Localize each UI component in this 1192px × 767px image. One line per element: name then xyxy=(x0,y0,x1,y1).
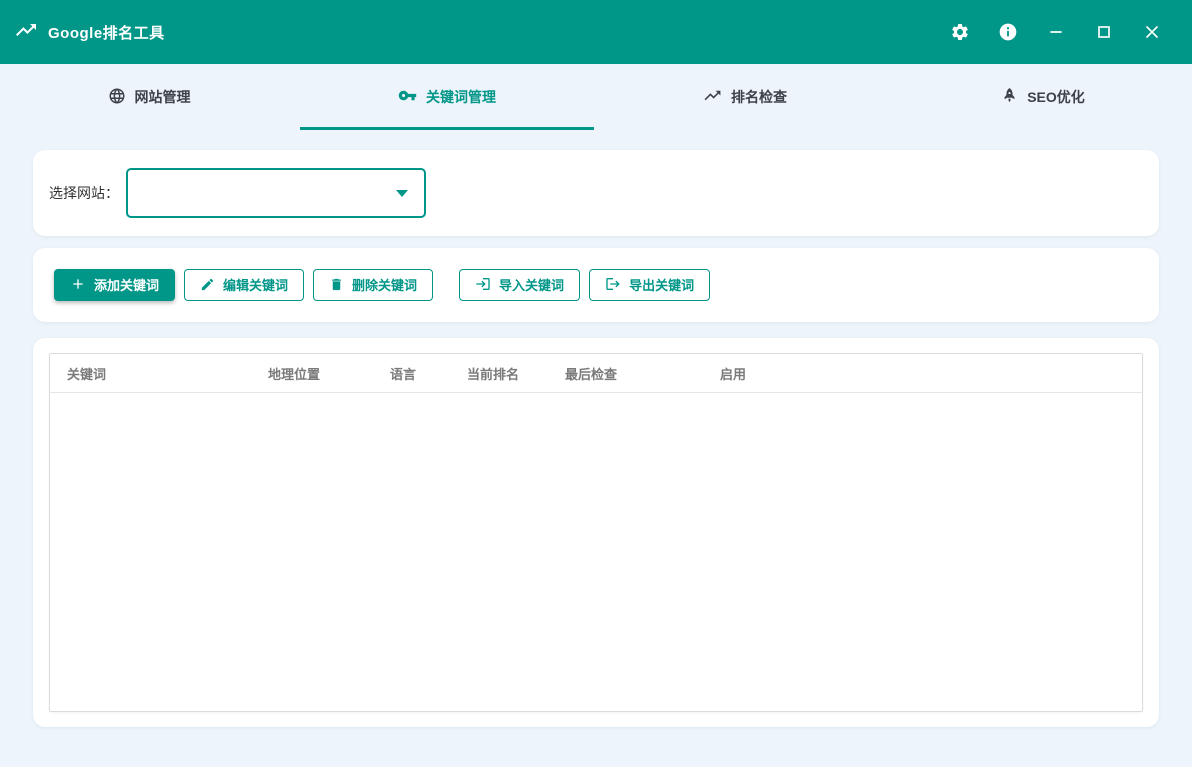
export-icon xyxy=(605,276,621,294)
keyword-toolbar-card: 添加关键词 编辑关键词 删除关键词 导入关键词 导出关键词 xyxy=(33,248,1159,322)
tab-bar: 网站管理 关键词管理 排名检查 SEO优化 xyxy=(0,64,1192,130)
tab-active-indicator xyxy=(300,127,594,130)
table-header-row: 关键词 地理位置 语言 当前排名 最后检查 启用 xyxy=(50,354,1142,393)
caret-down-icon xyxy=(396,190,408,197)
column-header-keyword: 关键词 xyxy=(50,364,251,383)
minimize-button[interactable] xyxy=(1044,20,1068,44)
plus-icon xyxy=(70,276,86,294)
trending-up-icon xyxy=(14,18,38,47)
tab-label: 关键词管理 xyxy=(426,87,496,107)
site-selector-card: 选择网站： xyxy=(33,150,1159,236)
info-icon xyxy=(998,22,1018,42)
close-icon xyxy=(1142,22,1162,42)
minimize-icon xyxy=(1046,22,1066,42)
rocket-icon xyxy=(1001,87,1018,107)
info-button[interactable] xyxy=(996,20,1020,44)
tab-keyword-management[interactable]: 关键词管理 xyxy=(298,64,596,130)
gear-icon xyxy=(950,22,970,42)
button-label: 编辑关键词 xyxy=(223,279,288,292)
button-label: 导出关键词 xyxy=(629,279,694,292)
edit-keyword-button[interactable]: 编辑关键词 xyxy=(184,269,304,301)
site-selector-label: 选择网站： xyxy=(49,183,126,203)
maximize-icon xyxy=(1094,22,1114,42)
site-select[interactable] xyxy=(126,168,426,218)
tab-seo-optimization[interactable]: SEO优化 xyxy=(894,64,1192,130)
export-keyword-button[interactable]: 导出关键词 xyxy=(589,269,710,301)
column-header-last-check: 最后检查 xyxy=(548,364,703,383)
pencil-icon xyxy=(200,277,215,294)
button-label: 导入关键词 xyxy=(499,279,564,292)
window-title: Google排名工具 xyxy=(48,22,165,43)
maximize-button[interactable] xyxy=(1092,20,1116,44)
column-header-enabled: 启用 xyxy=(703,364,1142,383)
key-icon xyxy=(398,86,417,108)
button-label: 删除关键词 xyxy=(352,279,417,292)
tab-label: 排名检查 xyxy=(731,87,787,107)
trash-icon xyxy=(329,277,344,294)
import-icon xyxy=(475,276,491,294)
keyword-table-card: 关键词 地理位置 语言 当前排名 最后检查 启用 xyxy=(33,338,1159,727)
trending-up-icon xyxy=(703,86,722,108)
settings-button[interactable] xyxy=(948,20,972,44)
column-header-current-rank: 当前排名 xyxy=(450,364,548,383)
import-keyword-button[interactable]: 导入关键词 xyxy=(459,269,580,301)
tab-label: SEO优化 xyxy=(1027,87,1085,107)
column-header-language: 语言 xyxy=(373,364,450,383)
titlebar-left: Google排名工具 xyxy=(14,18,165,47)
keyword-table: 关键词 地理位置 语言 当前排名 最后检查 启用 xyxy=(49,353,1143,712)
button-label: 添加关键词 xyxy=(94,279,159,292)
delete-keyword-button[interactable]: 删除关键词 xyxy=(313,269,433,301)
add-keyword-button[interactable]: 添加关键词 xyxy=(54,269,175,301)
close-button[interactable] xyxy=(1140,20,1164,44)
column-header-location: 地理位置 xyxy=(251,364,373,383)
titlebar: Google排名工具 xyxy=(0,0,1192,64)
window-controls xyxy=(948,20,1164,44)
tab-rank-check[interactable]: 排名检查 xyxy=(596,64,894,130)
tab-site-management[interactable]: 网站管理 xyxy=(0,64,298,130)
globe-icon xyxy=(108,87,126,108)
table-body xyxy=(50,393,1142,711)
tab-label: 网站管理 xyxy=(135,87,191,107)
